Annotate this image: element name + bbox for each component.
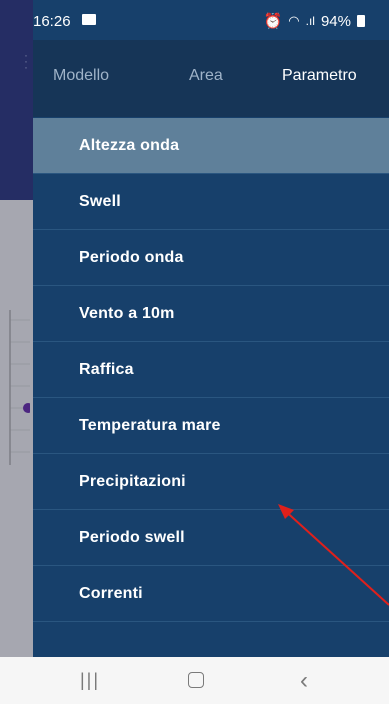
drawer-tabs: Modello Area Parametro [33,40,389,117]
menu-item-label: Periodo onda [79,248,184,266]
menu-item-label: Altezza onda [79,136,180,154]
wifi-icon: ◠ [288,13,300,28]
menu-item-swell[interactable]: Swell [33,174,389,230]
menu-item-label: Vento a 10m [79,304,175,322]
menu-item-altezza-onda[interactable]: Altezza onda [33,118,389,174]
menu-item-raffica[interactable]: Raffica [33,342,389,398]
menu-item-label: Temperatura mare [79,416,221,434]
system-nav-bar: ||| ‹ [0,657,389,704]
battery-text: 94% [320,12,351,30]
gallery-icon [82,14,96,25]
menu-item-vento-10m[interactable]: Vento a 10m [33,286,389,342]
home-icon[interactable] [188,672,204,688]
back-icon[interactable]: ‹ [300,667,308,695]
tab-parametro[interactable]: Parametro [282,67,357,85]
alarm-icon: ⏰ [263,13,283,30]
tab-modello[interactable]: Modello [53,67,109,85]
status-icons: ⏰ ◠ .ıl 94% [264,12,365,30]
menu-item-label: Swell [79,192,121,210]
status-bar: 16:26 ⏰ ◠ .ıl 94% [0,0,389,40]
tab-area[interactable]: Area [189,67,223,85]
menu-item-temperatura-mare[interactable]: Temperatura mare [33,398,389,454]
menu-item-periodo-onda[interactable]: Periodo onda [33,230,389,286]
menu-item-label: Precipitazioni [79,472,186,490]
menu-item-label: Correnti [79,584,143,602]
menu-item-label: Periodo swell [79,528,185,546]
recent-apps-icon[interactable]: ||| [80,670,100,691]
menu-item-label: Raffica [79,360,134,378]
battery-icon [357,15,365,27]
status-time: 16:26 [33,13,71,30]
arrow-annotation [278,504,389,606]
signal-icon: .ıl [305,14,315,28]
